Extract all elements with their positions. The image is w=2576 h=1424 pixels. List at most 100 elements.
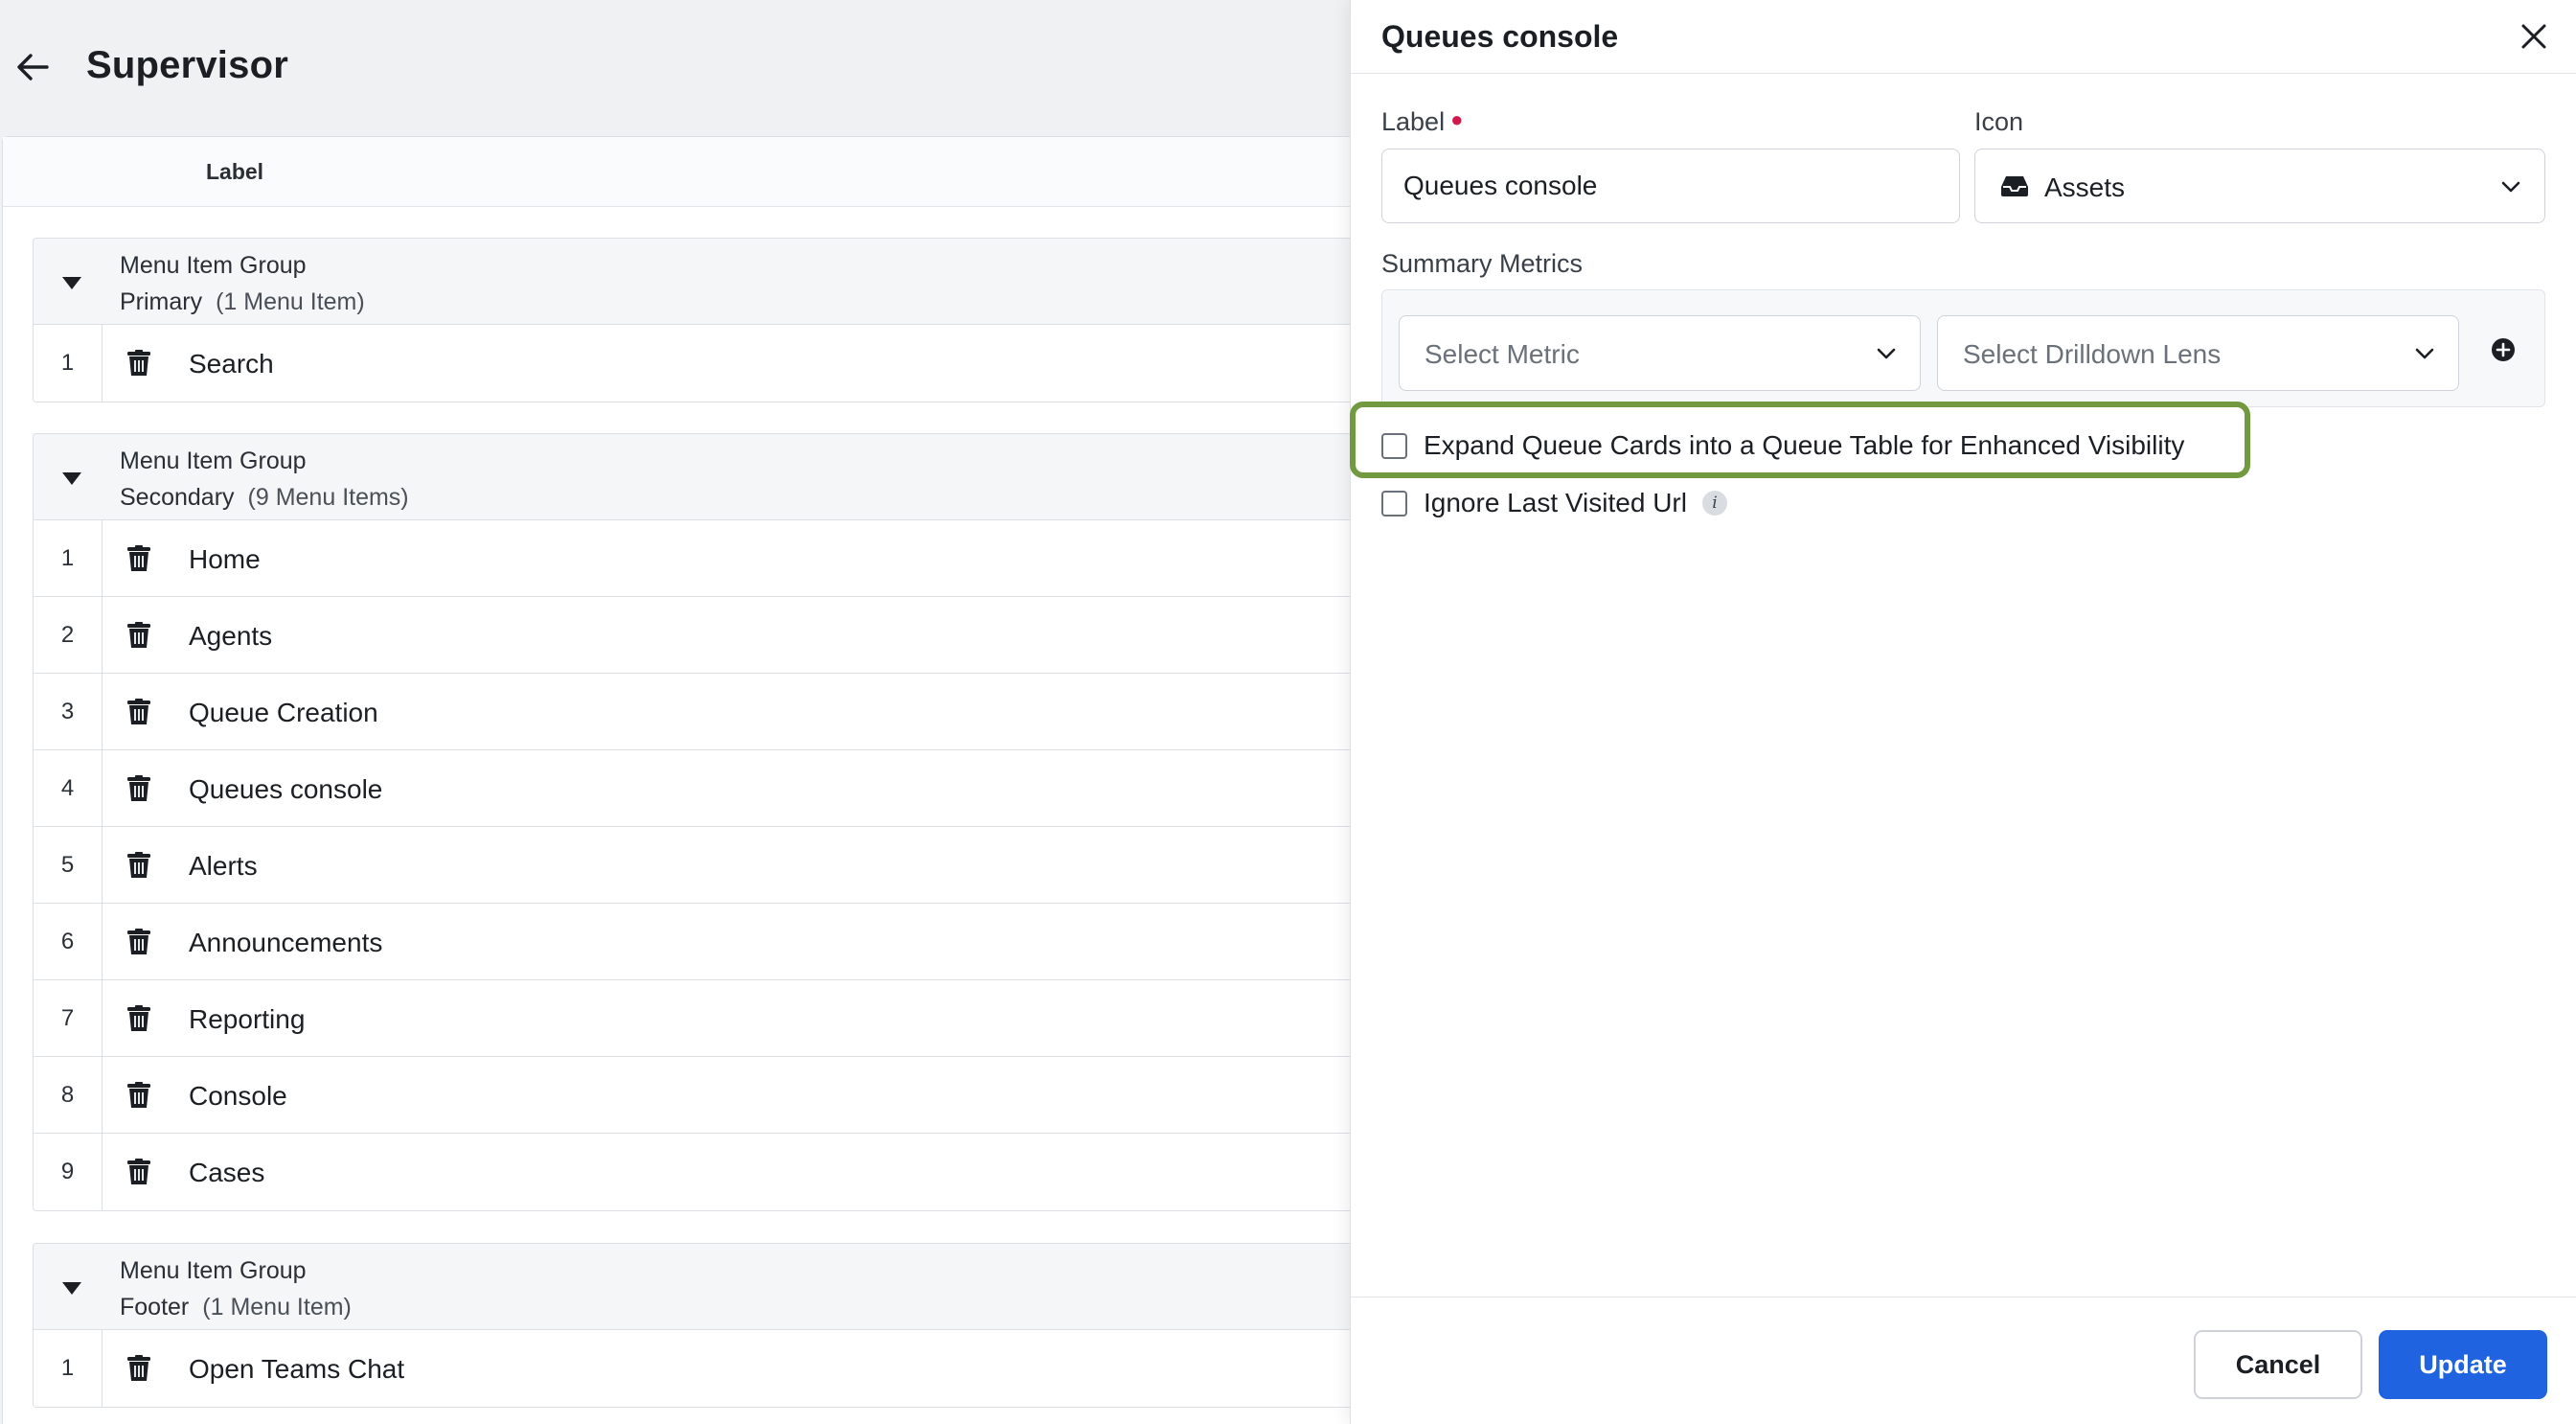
group-item-count: (9 Menu Items) — [247, 484, 409, 511]
trash-icon[interactable] — [125, 545, 152, 572]
group-header: Menu Item Group Secondary (9 Menu Items) — [34, 434, 1364, 520]
menu-item-label: Open Teams Chat — [189, 1354, 405, 1384]
menu-item-group-primary: Menu Item Group Primary (1 Menu Item) 1 Sear… — [33, 238, 1364, 402]
cancel-button[interactable]: Cancel — [2194, 1330, 2362, 1399]
column-header-label: Label — [3, 137, 1361, 207]
trash-icon[interactable] — [125, 699, 152, 725]
trash-icon[interactable] — [125, 350, 152, 377]
page-header: Supervisor — [0, 0, 1351, 136]
menu-item-row[interactable]: 2 Agents — [34, 597, 1364, 674]
menu-item-label: Alerts — [189, 851, 258, 881]
menu-item-label: Search — [189, 349, 274, 379]
row-index: 9 — [34, 1134, 103, 1210]
group-title: Menu Item Group — [120, 1257, 307, 1284]
menu-item-label: Announcements — [189, 928, 383, 957]
menu-item-group-secondary: Menu Item Group Secondary (9 Menu Items) 1 H… — [33, 433, 1364, 1211]
icon-field-label: Icon — [1974, 107, 2024, 136]
row-index: 4 — [34, 750, 103, 826]
info-icon[interactable]: i — [1701, 491, 1727, 516]
group-subtitle: Primary (1 Menu Item) — [120, 288, 365, 316]
group-title: Menu Item Group — [120, 252, 307, 279]
menu-item-row[interactable]: 1 Home — [34, 520, 1364, 597]
trash-icon[interactable] — [125, 1005, 152, 1032]
menu-item-label: Queues console — [189, 774, 383, 804]
summary-metrics-label: Summary Metrics — [1381, 249, 1584, 278]
group-header: Menu Item Group Footer (1 Menu Item) — [34, 1244, 1364, 1330]
trash-icon[interactable] — [125, 1159, 152, 1185]
collapse-caret-icon[interactable] — [62, 472, 81, 485]
menu-item-group-footer: Menu Item Group Footer (1 Menu Item) 1 Open … — [33, 1243, 1364, 1408]
trash-icon[interactable] — [125, 929, 152, 955]
menu-item-row[interactable]: 9 Cases — [34, 1134, 1364, 1210]
group-subtitle: Secondary (9 Menu Items) — [120, 484, 409, 512]
label-field-text: Label — [1381, 107, 1446, 136]
group-name: Primary — [120, 288, 203, 315]
expand-queue-cards-checkbox[interactable] — [1381, 432, 1407, 459]
label-input[interactable] — [1381, 149, 1960, 223]
drawer-header: Queues console — [1351, 0, 2576, 74]
icon-select[interactable]: Assets — [1974, 149, 2545, 223]
drilldown-lens-placeholder: Select Drilldown Lens — [1963, 339, 2222, 369]
metric-select[interactable]: Select Metric — [1399, 315, 1921, 391]
drilldown-lens-select[interactable]: Select Drilldown Lens — [1937, 315, 2459, 391]
menu-item-label: Cases — [189, 1158, 265, 1187]
chevron-down-icon — [1876, 343, 1897, 364]
group-header: Menu Item Group Primary (1 Menu Item) — [34, 239, 1364, 325]
icon-select-value: Assets — [2044, 172, 2126, 202]
group-subtitle: Footer (1 Menu Item) — [120, 1294, 352, 1321]
drawer-title: Queues console — [1381, 19, 1619, 54]
trash-icon[interactable] — [125, 1082, 152, 1109]
trash-icon[interactable] — [125, 622, 152, 649]
expand-queue-cards-option: Expand Queue Cards into a Queue Table fo… — [1381, 430, 2184, 461]
edit-menu-item-drawer: Queues console Label● Icon Assets Summar… — [1350, 0, 2576, 1424]
group-name: Footer — [120, 1294, 190, 1321]
chevron-down-icon — [2414, 343, 2435, 364]
menu-item-label: Queue Creation — [189, 698, 378, 727]
menu-item-label: Console — [189, 1081, 287, 1111]
menu-item-row[interactable]: 3 Queue Creation — [34, 674, 1364, 750]
menu-item-row[interactable]: 1 Search — [34, 325, 1364, 402]
row-index: 8 — [34, 1057, 103, 1133]
drawer-footer: Cancel Update — [1351, 1297, 2576, 1424]
trash-icon[interactable] — [125, 775, 152, 802]
metric-select-placeholder: Select Metric — [1425, 339, 1580, 369]
chevron-down-icon — [2500, 176, 2521, 197]
group-title: Menu Item Group — [120, 448, 307, 474]
row-index: 6 — [34, 904, 103, 979]
ignore-last-visited-url-label[interactable]: Ignore Last Visited Url — [1424, 488, 1687, 518]
menu-item-row[interactable]: 1 Open Teams Chat — [34, 1330, 1364, 1407]
ignore-last-visited-url-checkbox[interactable] — [1381, 490, 1407, 517]
menu-item-label: Home — [189, 544, 261, 574]
menu-item-row[interactable]: 4 Queues console — [34, 750, 1364, 827]
group-item-count: (1 Menu Item) — [202, 1294, 352, 1321]
collapse-caret-icon[interactable] — [62, 277, 81, 289]
ignore-last-visited-url-option: Ignore Last Visited Url i — [1381, 488, 1727, 518]
menu-item-row[interactable]: 7 Reporting — [34, 980, 1364, 1057]
row-index: 1 — [34, 520, 103, 596]
inbox-tray-icon — [2000, 174, 2029, 197]
group-item-count: (1 Menu Item) — [216, 288, 365, 315]
group-name: Secondary — [120, 484, 235, 511]
page-title: Supervisor — [86, 44, 288, 86]
row-index: 1 — [34, 1330, 103, 1407]
trash-icon[interactable] — [125, 852, 152, 879]
row-index: 7 — [34, 980, 103, 1056]
expand-queue-cards-label[interactable]: Expand Queue Cards into a Queue Table fo… — [1424, 430, 2184, 461]
label-field-label: Label ● — [1381, 107, 1463, 137]
add-metric-icon[interactable] — [2491, 337, 2516, 362]
row-index: 5 — [34, 827, 103, 903]
menu-item-label: Reporting — [189, 1004, 306, 1034]
menu-item-row[interactable]: 8 Console — [34, 1057, 1364, 1134]
menu-item-label: Agents — [189, 621, 273, 651]
close-icon[interactable] — [2515, 17, 2553, 56]
row-index: 1 — [34, 325, 103, 402]
required-indicator: ● — [1450, 107, 1464, 131]
menu-item-row[interactable]: 6 Announcements — [34, 904, 1364, 980]
row-index: 2 — [34, 597, 103, 673]
collapse-caret-icon[interactable] — [62, 1282, 81, 1295]
update-button[interactable]: Update — [2379, 1330, 2547, 1399]
menu-item-row[interactable]: 5 Alerts — [34, 827, 1364, 904]
row-index: 3 — [34, 674, 103, 749]
back-arrow-icon[interactable] — [13, 48, 52, 86]
trash-icon[interactable] — [125, 1355, 152, 1382]
